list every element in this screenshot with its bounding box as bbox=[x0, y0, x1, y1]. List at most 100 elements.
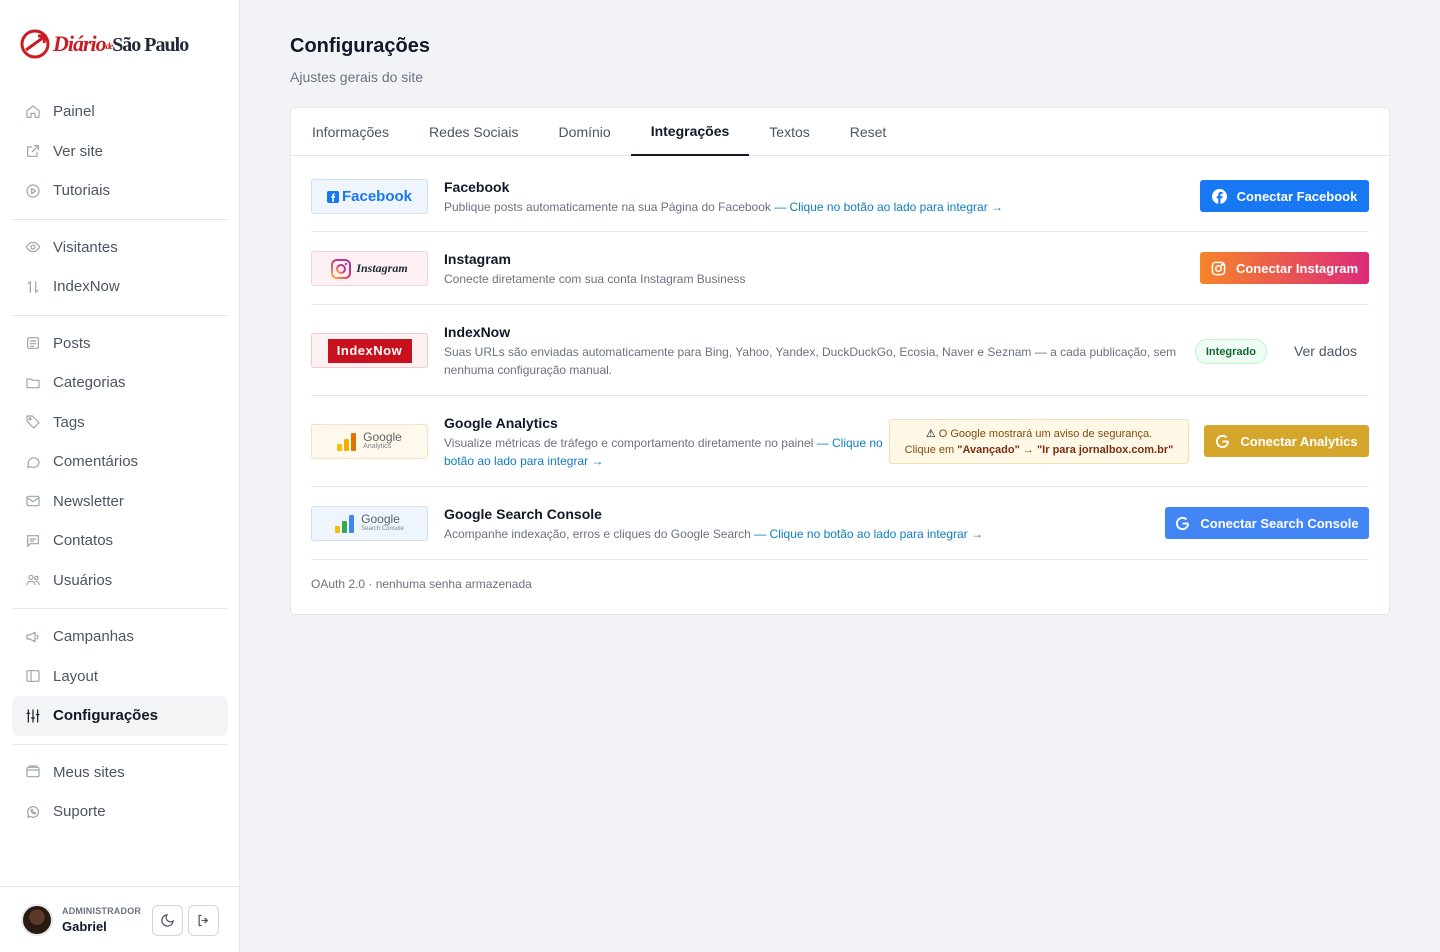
sidebar-item-label: Comentários bbox=[53, 453, 139, 471]
tab-informacoes[interactable]: Informações bbox=[292, 108, 409, 156]
instagram-outline-icon bbox=[1211, 261, 1226, 275]
instagram-badge-text: Instagram bbox=[356, 261, 408, 275]
sidebar-item-categorias[interactable]: Categorias bbox=[12, 363, 228, 403]
connect-analytics-button[interactable]: Conectar Analytics bbox=[1204, 425, 1369, 457]
sidebar-item-painel[interactable]: Painel bbox=[12, 92, 228, 132]
google-analytics-badge: Google Analytics bbox=[311, 424, 428, 459]
sidebar-item-label: Visitantes bbox=[53, 238, 118, 256]
sidebar-item-label: IndexNow bbox=[53, 278, 120, 296]
sidebar-item-contatos[interactable]: Contatos bbox=[12, 521, 228, 561]
logo-globe-icon bbox=[20, 29, 50, 59]
sidebar-item-label: Campanhas bbox=[53, 628, 134, 646]
instagram-icon bbox=[331, 258, 352, 279]
sidebar-nav: Painel Ver site Tutoriais Visitantes IndexNo… bbox=[12, 92, 228, 832]
search-console-title: Google Search Console bbox=[444, 506, 602, 522]
indexnow-logo: IndexNow bbox=[327, 338, 412, 363]
oauth-note: OAuth 2.0 · nenhuma senha armazenada bbox=[311, 577, 532, 591]
facebook-badge-text: Facebook bbox=[341, 188, 413, 205]
sidebar: DiáriodeSão Paulo Painel Ver site Tutoriai… bbox=[0, 0, 240, 952]
sidebar-item-campanhas[interactable]: Campanhas bbox=[12, 617, 228, 657]
sidebar-item-newsletter[interactable]: Newsletter bbox=[12, 482, 228, 522]
sidebar-item-visitantes[interactable]: Visitantes bbox=[12, 228, 228, 268]
google-g-icon bbox=[1216, 434, 1230, 448]
integration-row-google-analytics: Google Analytics Google Analytics Visual… bbox=[311, 396, 1369, 487]
user-info: ADMINISTRADOR Gabriel bbox=[62, 906, 141, 934]
tag-icon bbox=[24, 414, 41, 431]
sidebar-item-suporte[interactable]: Suporte bbox=[12, 792, 228, 832]
sidebar-item-label: Tutoriais bbox=[53, 182, 110, 200]
nav-separator bbox=[12, 743, 228, 745]
analytics-badge-text: Google Analytics bbox=[363, 429, 402, 450]
page-subtitle: Ajustes gerais do site bbox=[290, 69, 424, 85]
integration-row-facebook: Facebook Facebook Publique posts automat… bbox=[311, 177, 1369, 232]
search-console-description: Acompanhe indexação, erros e cliques do … bbox=[444, 527, 984, 541]
avatar[interactable] bbox=[21, 903, 53, 936]
tab-integracoes[interactable]: Integrações bbox=[630, 108, 750, 156]
integration-row-google-search-console: Google Search Console Google Search Cons… bbox=[311, 487, 1369, 560]
whatsapp-icon bbox=[24, 803, 41, 820]
indexnow-badge: IndexNow bbox=[311, 333, 428, 368]
settings-tabs: Informações Redes Sociais Domínio Integraçõ… bbox=[291, 108, 1389, 156]
play-circle-icon bbox=[24, 182, 41, 199]
sidebar-item-meus-sites[interactable]: Meus sites bbox=[12, 753, 228, 793]
logout-icon bbox=[198, 914, 209, 927]
instagram-description: Conecte diretamente com sua conta Instag… bbox=[444, 272, 746, 286]
sidebar-item-label: Painel bbox=[53, 103, 95, 121]
sidebar-item-label: Suporte bbox=[53, 803, 106, 821]
sidebar-item-label: Newsletter bbox=[53, 492, 124, 510]
site-logo[interactable]: DiáriodeSão Paulo bbox=[19, 24, 189, 64]
folder-icon bbox=[24, 374, 41, 391]
indexnow-description: Suas URLs são enviadas automaticamente p… bbox=[444, 345, 1177, 377]
logout-button[interactable] bbox=[188, 905, 219, 936]
message-square-icon bbox=[24, 532, 41, 549]
search-console-badge: Google Search Console bbox=[311, 506, 428, 541]
sidebar-item-label: Configurações bbox=[53, 707, 159, 725]
nav-separator bbox=[12, 314, 228, 316]
theme-toggle-button[interactable] bbox=[152, 905, 183, 936]
tab-reset[interactable]: Reset bbox=[830, 108, 907, 156]
sidebar-item-label: Ver site bbox=[53, 142, 104, 160]
google-analytics-description: Visualize métricas de tráfego e comporta… bbox=[444, 436, 883, 468]
connect-search-console-button[interactable]: Conectar Search Console bbox=[1165, 507, 1369, 539]
connect-instagram-button[interactable]: Conectar Instagram bbox=[1200, 252, 1369, 284]
view-data-link[interactable]: Ver dados bbox=[1294, 343, 1357, 359]
facebook-integrate-link[interactable]: — Clique no botão ao lado para integrar … bbox=[774, 200, 1003, 214]
google-analytics-title: Google Analytics bbox=[444, 415, 558, 431]
home-icon bbox=[24, 103, 41, 120]
facebook-icon bbox=[326, 190, 339, 203]
sidebar-item-label: Usuários bbox=[53, 571, 113, 589]
search-console-bars-icon bbox=[335, 514, 355, 533]
google-g-icon bbox=[1176, 516, 1190, 530]
connect-facebook-button[interactable]: Conectar Facebook bbox=[1200, 180, 1369, 212]
eye-icon bbox=[24, 239, 41, 256]
facebook-title: Facebook bbox=[444, 179, 510, 195]
layout-icon bbox=[24, 668, 41, 685]
sidebar-item-usuarios[interactable]: Usuários bbox=[12, 561, 228, 601]
nav-separator bbox=[12, 608, 228, 609]
security-warning-box: ⚠ O Google mostrará um aviso de seguranç… bbox=[889, 419, 1189, 464]
comment-icon bbox=[24, 453, 41, 470]
sidebar-item-indexnow[interactable]: IndexNow bbox=[12, 267, 228, 307]
integrated-status-badge: Integrado bbox=[1194, 339, 1267, 364]
settings-card: Informações Redes Sociais Domínio Integraçõ… bbox=[290, 107, 1390, 615]
tab-dominio[interactable]: Domínio bbox=[539, 108, 631, 156]
user-name: Gabriel bbox=[62, 918, 107, 934]
sidebar-item-label: Layout bbox=[53, 667, 99, 685]
sidebar-item-layout[interactable]: Layout bbox=[12, 657, 228, 697]
megaphone-icon bbox=[24, 628, 41, 645]
instagram-title: Instagram bbox=[444, 251, 511, 267]
tab-redes-sociais[interactable]: Redes Sociais bbox=[409, 108, 539, 156]
facebook-badge: Facebook bbox=[311, 179, 428, 214]
sidebar-item-configuracoes[interactable]: Configurações bbox=[12, 696, 228, 736]
sidebar-item-ver-site[interactable]: Ver site bbox=[12, 132, 228, 172]
sidebar-item-tags[interactable]: Tags bbox=[12, 403, 228, 443]
sliders-icon bbox=[24, 707, 41, 724]
sidebar-item-comentarios[interactable]: Comentários bbox=[12, 442, 228, 482]
search-console-integrate-link[interactable]: — Clique no botão ao lado para integrar … bbox=[754, 527, 983, 541]
tab-textos[interactable]: Textos bbox=[749, 108, 829, 156]
sidebar-item-posts[interactable]: Posts bbox=[12, 324, 228, 364]
external-link-icon bbox=[24, 143, 41, 160]
sort-arrows-icon bbox=[24, 278, 41, 295]
sidebar-item-label: Meus sites bbox=[53, 763, 125, 781]
sidebar-item-tutoriais[interactable]: Tutoriais bbox=[12, 171, 228, 211]
